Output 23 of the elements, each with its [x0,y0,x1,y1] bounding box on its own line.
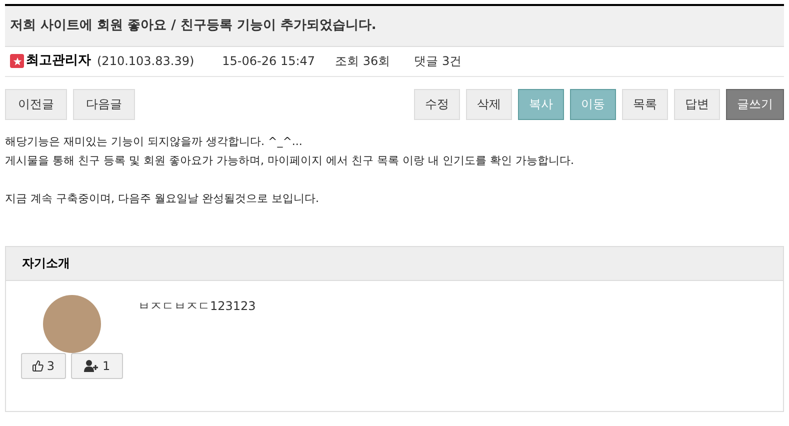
star-icon [10,54,24,68]
nav-button[interactable]: 다음글 [73,88,135,120]
profile-heading: 자기소개 [6,246,783,280]
like-button[interactable]: 3 [20,352,66,378]
nav-button[interactable]: 이전글 [5,88,67,120]
body-text: 게시물을 통해 친구 등록 및 회원 좋아요가 가능하며, 마이페이지 에서 친구 목록 이랑 내 인기도를 확인 가능합니다. [5,152,575,168]
thumbs-up-icon [32,360,44,372]
comment-count: 댓글 3건 [414,53,462,70]
action-button[interactable]: 글쓰기 [726,88,784,120]
profile-intro: ㅂㅈㄷㅂㅈㄷ123123 [138,298,256,314]
body-text: 지금 계속 구축중이며, 다음주 월요일날 완성될것으로 보입니다. [5,190,320,206]
author-name[interactable]: 최고관리자 [26,51,91,71]
action-button[interactable]: 목록 [622,88,668,120]
post-title: 저희 사이트에 회원 좋아요 / 친구등록 기능이 추가되었습니다. [5,6,784,46]
add-user-icon [84,360,98,372]
author-ip: (210.103.83.39) [97,53,194,70]
action-button[interactable]: 답변 [674,88,720,120]
action-button[interactable]: 삭제 [466,88,512,120]
add-friend-button[interactable]: 1 [70,352,124,378]
body-text: 해당기능은 재미있는 기능이 되지않을까 생각합니다. ^_^... [5,134,304,150]
view-count: 조회 36회 [335,53,390,70]
action-button[interactable]: 수정 [414,88,460,120]
post-date: 15-06-26 15:47 [222,53,316,70]
